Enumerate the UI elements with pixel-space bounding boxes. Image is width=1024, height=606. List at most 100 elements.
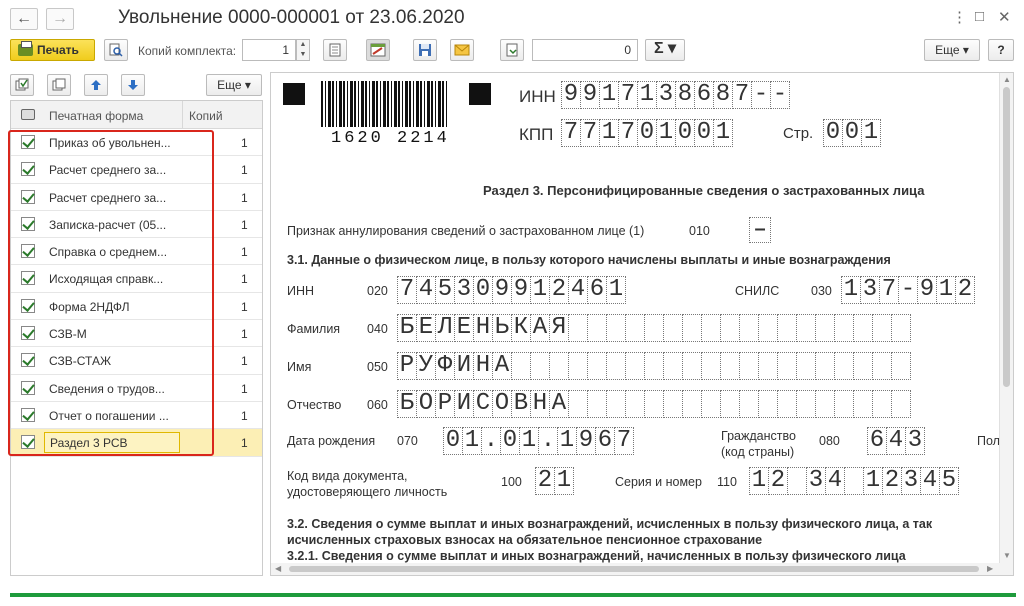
back-button[interactable]: ← — [10, 8, 38, 30]
form-cell: 2 — [955, 276, 975, 304]
barcode — [321, 81, 447, 127]
forward-button[interactable]: → — [46, 8, 74, 30]
form-cell: 3 — [656, 81, 676, 109]
row-copies[interactable]: 1 — [241, 163, 248, 177]
form-cell: 1 — [530, 276, 550, 304]
row-copies[interactable]: 1 — [241, 191, 248, 205]
form-cell: 8 — [675, 81, 695, 109]
uncheck-all-button[interactable] — [47, 74, 71, 96]
export-button[interactable] — [500, 39, 524, 61]
row-copies[interactable]: 1 — [241, 354, 248, 368]
form-cell: 1 — [861, 119, 881, 147]
row-copies[interactable]: 1 — [241, 327, 248, 341]
form-cell: - — [751, 81, 771, 109]
more-button[interactable]: Еще ▾ — [924, 39, 980, 61]
send-email-button[interactable] — [450, 39, 474, 61]
row-copies[interactable]: 1 — [241, 436, 248, 450]
form-cell: И — [454, 352, 474, 380]
form-cell — [587, 352, 607, 380]
gender-label: Пол — [977, 434, 1000, 448]
form-cell — [872, 314, 892, 342]
vertical-scrollbar[interactable]: ▲ ▼ — [999, 73, 1013, 575]
copies-input[interactable]: 1 — [242, 39, 296, 61]
column-header-copies[interactable]: Копий — [189, 109, 223, 123]
name-code: 050 — [367, 360, 388, 374]
form-cell: 7 — [561, 119, 581, 147]
horizontal-scroll-thumb[interactable] — [289, 566, 979, 572]
copies-stepper[interactable]: ▲ ▼ — [296, 39, 310, 61]
table-edit-icon — [370, 43, 386, 57]
close-icon[interactable]: ✕ — [998, 8, 1011, 26]
horizontal-scrollbar[interactable]: ◀ ▶ — [271, 563, 1001, 575]
print-button[interactable]: Печать — [10, 39, 95, 61]
citizenship-cells: 643 — [867, 427, 925, 455]
form-cell: 1 — [713, 119, 733, 147]
form-cell: Р — [435, 390, 455, 418]
section-title: Раздел 3. Персонифицированные сведения о… — [483, 183, 925, 198]
document-preview[interactable]: 1620 2214 ИНН 9917138687-- КПП 771701001… — [270, 72, 1014, 576]
form-cell — [834, 352, 854, 380]
left-more-button[interactable]: Еще ▾ — [206, 74, 262, 96]
edit-mode-button[interactable] — [366, 39, 390, 61]
row-copies[interactable]: 1 — [241, 272, 248, 286]
form-cell — [853, 314, 873, 342]
form-cell: 3 — [901, 467, 921, 495]
form-cell: 1 — [637, 81, 657, 109]
annul-code: 010 — [689, 224, 710, 238]
form-cell: 7 — [879, 276, 899, 304]
preview-button[interactable] — [104, 39, 128, 61]
help-button[interactable]: ? — [988, 39, 1014, 61]
patronymic-label: Отчество — [287, 398, 342, 412]
form-cell — [758, 390, 778, 418]
form-cell — [796, 352, 816, 380]
form-cell — [739, 314, 759, 342]
move-down-button[interactable] — [121, 74, 145, 96]
row-copies[interactable]: 1 — [241, 409, 248, 423]
maximize-icon[interactable]: □ — [975, 8, 984, 25]
patronymic-code: 060 — [367, 398, 388, 412]
form-cell — [701, 390, 721, 418]
row-copies[interactable]: 1 — [241, 382, 248, 396]
row-copies[interactable]: 1 — [241, 300, 248, 314]
form-cell — [720, 352, 740, 380]
form-cell — [644, 390, 664, 418]
form-cell: 4 — [825, 467, 845, 495]
save-button[interactable] — [413, 39, 437, 61]
row-copies[interactable]: 1 — [241, 136, 248, 150]
subsection-3-1: 3.1. Данные о физическом лице, в пользу … — [287, 253, 891, 267]
form-cell — [872, 390, 892, 418]
form-cell — [663, 352, 683, 380]
spin-up-icon: ▲ — [299, 41, 307, 48]
form-cell: Н — [473, 314, 493, 342]
row-copies[interactable]: 1 — [241, 245, 248, 259]
form-cell — [891, 314, 911, 342]
move-up-button[interactable] — [84, 74, 108, 96]
kpp-cells: 771701001 — [561, 119, 733, 147]
vertical-scroll-thumb[interactable] — [1003, 87, 1010, 387]
annul-label: Признак аннулирования сведений о застрах… — [287, 224, 645, 238]
form-cell: 6 — [694, 81, 714, 109]
form-cell: 1 — [936, 276, 956, 304]
arrow-up-icon — [91, 80, 101, 90]
sum-dropdown[interactable]: Σ ▾ — [645, 39, 685, 61]
form-cell: Ь — [492, 314, 512, 342]
form-cell — [891, 390, 911, 418]
row-copies[interactable]: 1 — [241, 218, 248, 232]
uncheck-all-icon — [52, 78, 66, 91]
kpp-label: КПП — [519, 125, 554, 144]
highlight-frame — [8, 130, 214, 456]
sum-field[interactable]: 0 — [532, 39, 638, 61]
form-cell — [787, 467, 807, 495]
form-cell — [853, 352, 873, 380]
form-cell — [720, 314, 740, 342]
form-cell: А — [549, 390, 569, 418]
inn-cells: 9917138687-- — [561, 81, 790, 109]
page-label: Стр. — [783, 125, 814, 142]
page-settings-button[interactable] — [323, 39, 347, 61]
form-cell: 0 — [473, 276, 493, 304]
menu-icon[interactable]: ⋮ — [952, 8, 967, 26]
form-cell: 9 — [511, 276, 531, 304]
column-header-name[interactable]: Печатная форма — [49, 109, 143, 123]
check-all-button[interactable] — [10, 74, 34, 96]
form-cell: 0 — [842, 119, 862, 147]
